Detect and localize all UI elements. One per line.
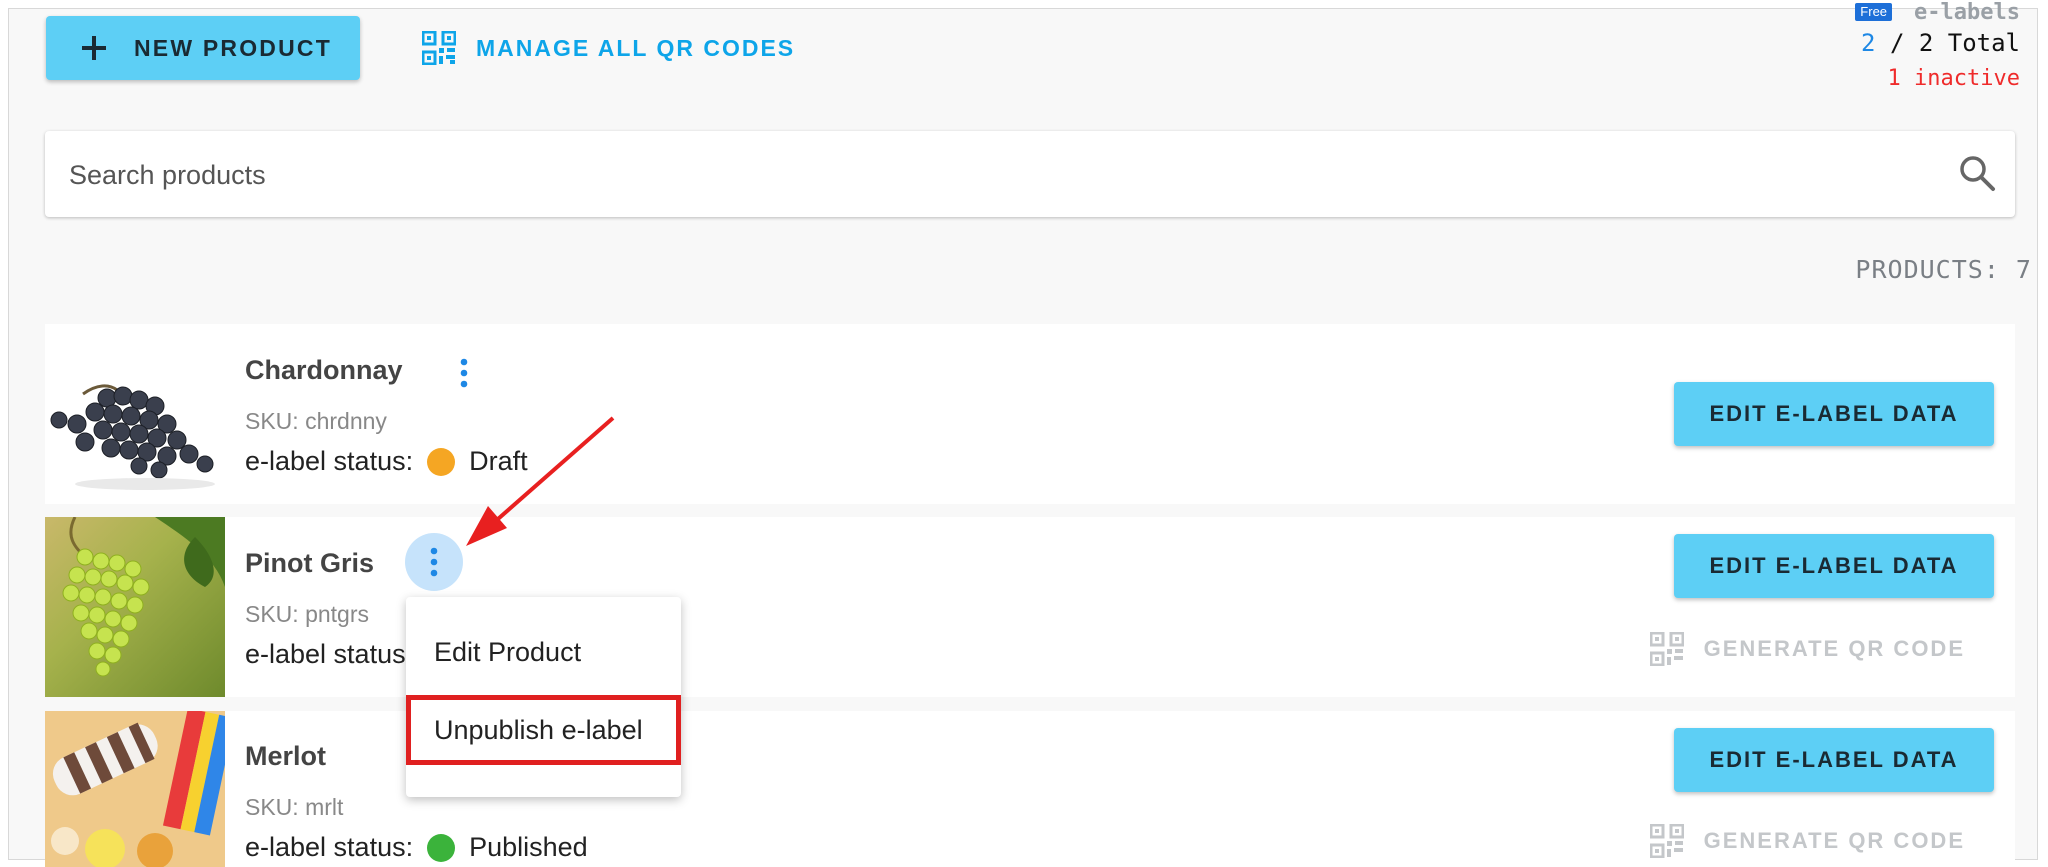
search-bar (45, 131, 2015, 219)
product-sku: SKU: mrlt (245, 794, 344, 820)
new-product-label: NEW PRODUCT (134, 35, 332, 61)
qr-code-icon (422, 31, 456, 65)
menu-item-edit-product[interactable]: Edit Product (406, 617, 681, 687)
generate-qr-code-button[interactable]: GENERATE QR CODE (1649, 819, 1965, 863)
inactive-count: 1 inactive (1887, 66, 2020, 91)
plan-badge: Free (1855, 3, 1893, 21)
elabel-status: e-label status: (245, 639, 413, 670)
new-product-button[interactable]: NEW PRODUCT (46, 16, 360, 80)
generate-qr-code-label: GENERATE QR CODE (1703, 828, 1965, 853)
product-name[interactable]: Chardonnay (245, 355, 403, 386)
status-dot-draft (427, 447, 456, 476)
product-image (45, 711, 225, 867)
elabel-status-value: Published (469, 832, 588, 862)
product-menu-button[interactable] (405, 533, 463, 591)
product-image (45, 324, 225, 504)
qr-code-icon (1649, 632, 1684, 666)
elabel-total-count: / 2 Total (1875, 29, 2020, 57)
more-vert-icon (460, 358, 468, 388)
edit-elabel-data-button[interactable]: EDIT E-LABEL DATA (1674, 382, 1994, 446)
menu-item-unpublish-elabel[interactable]: Unpublish e-label (406, 695, 681, 765)
product-card: Pinot Gris SKU: pntgrs e-label status: E… (45, 517, 2015, 697)
elabel-current-count: 2 (1861, 29, 1876, 57)
elabel-counter: Free e-labels 2 / 2 Total 1 inactive (1855, 0, 2020, 96)
status-dot-published (427, 833, 456, 862)
qr-code-icon (1649, 824, 1684, 858)
product-sku: SKU: pntgrs (245, 601, 369, 627)
product-card: Chardonnay SKU: chrdnny e-label status: … (45, 324, 2015, 504)
generate-qr-code-label: GENERATE QR CODE (1703, 636, 1965, 661)
elabels-label: e-labels (1914, 0, 2020, 25)
elabel-status: e-label status: Published (245, 832, 588, 863)
elabel-status: e-label status: Draft (245, 446, 528, 477)
generate-qr-code-button[interactable]: GENERATE QR CODE (1649, 627, 1965, 671)
product-context-menu: Edit Product Unpublish e-label (406, 597, 681, 797)
manage-qr-codes-label: MANAGE ALL QR CODES (476, 34, 796, 61)
elabel-status-label: e-label status: (245, 446, 414, 476)
elabel-status-label: e-label status: (245, 832, 414, 862)
search-input[interactable] (67, 131, 1931, 219)
more-vert-icon (430, 547, 438, 577)
product-menu-button[interactable] (435, 344, 493, 402)
product-name[interactable]: Pinot Gris (245, 548, 374, 579)
product-image (45, 517, 225, 697)
product-card: Merlot SKU: mrlt e-label status: Publish… (45, 711, 2015, 867)
edit-elabel-data-button[interactable]: EDIT E-LABEL DATA (1674, 534, 1994, 598)
plus-icon (82, 36, 106, 60)
edit-elabel-data-button[interactable]: EDIT E-LABEL DATA (1674, 728, 1994, 792)
product-sku: SKU: chrdnny (245, 408, 387, 434)
products-count: PRODUCTS: 7 (1855, 255, 2032, 284)
product-name[interactable]: Merlot (245, 741, 326, 772)
search-icon[interactable] (1957, 153, 1997, 193)
elabel-status-value: Draft (469, 446, 528, 476)
elabel-status-label: e-label status: (245, 639, 414, 669)
manage-qr-codes-link[interactable]: MANAGE ALL QR CODES (422, 28, 795, 68)
